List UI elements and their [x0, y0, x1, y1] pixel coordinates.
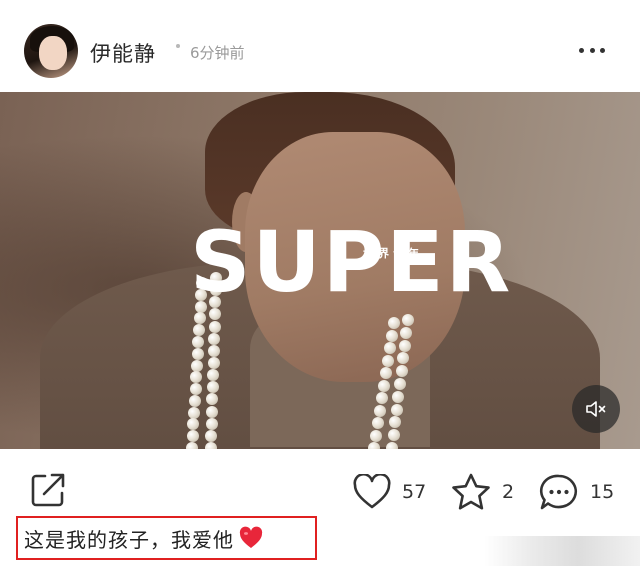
pearl — [207, 357, 220, 369]
red-heart-emoji-icon — [239, 526, 263, 548]
post-caption: 这是我的孩子，我爱他 — [16, 516, 317, 560]
pearl — [370, 429, 382, 442]
pearl — [384, 342, 396, 354]
pearl — [378, 379, 390, 392]
favorite-count: 2 — [502, 481, 515, 503]
more-dot-icon — [589, 47, 595, 53]
pearl — [374, 404, 386, 417]
pearl — [208, 320, 221, 333]
pearl — [382, 354, 394, 367]
pearl — [189, 383, 202, 396]
pearl — [388, 317, 400, 329]
pearl — [208, 332, 221, 345]
post-video[interactable]: SUPER 世界青年 — [0, 92, 640, 449]
comment-bubble-icon — [539, 474, 578, 510]
pearl — [372, 417, 384, 429]
post-actions-bar: 57 2 15 — [0, 452, 640, 522]
pearl — [395, 365, 408, 378]
comment-button[interactable]: 15 — [538, 472, 614, 512]
pearl — [394, 378, 406, 390]
pearl — [205, 442, 217, 449]
pearl — [368, 442, 380, 449]
like-count: 57 — [402, 481, 427, 503]
caption-text: 这是我的孩子，我爱他 — [24, 527, 234, 552]
pearl — [191, 347, 204, 360]
pearl — [402, 314, 414, 326]
pearl — [188, 394, 201, 407]
speaker-muted-icon — [586, 401, 606, 417]
pearl — [207, 344, 220, 357]
comment-count: 15 — [590, 481, 615, 503]
mute-button[interactable] — [572, 385, 620, 433]
pearl — [386, 442, 398, 449]
pearl — [386, 329, 398, 342]
blurred-watermark-area — [484, 536, 640, 566]
pearl — [206, 405, 219, 418]
more-options-button[interactable] — [574, 38, 610, 62]
super-logo: SUPER — [190, 213, 513, 311]
like-button[interactable]: 57 — [352, 472, 426, 512]
author-name[interactable]: 伊能静 — [90, 38, 156, 68]
more-dot-icon — [579, 47, 584, 53]
separator-dot — [176, 44, 180, 48]
star-outline-icon — [452, 473, 490, 510]
share-icon — [31, 473, 65, 507]
author-avatar[interactable] — [24, 24, 78, 78]
share-button[interactable] — [28, 470, 68, 510]
pearl — [380, 367, 392, 379]
pearl — [206, 381, 219, 394]
heart-outline-icon — [353, 474, 391, 509]
more-dot-icon — [600, 47, 605, 53]
pearl — [188, 406, 201, 419]
favorite-button[interactable]: 2 — [450, 472, 514, 512]
pearl — [398, 339, 411, 352]
pearl — [205, 417, 218, 430]
pearl — [390, 403, 403, 416]
pearl — [191, 359, 203, 372]
avatar-face — [39, 36, 67, 70]
super-logo-subtitle: 世界青年 — [363, 247, 423, 260]
pearl — [387, 429, 400, 442]
post-header: 伊能静 6分钟前 — [0, 0, 640, 90]
pearl — [376, 392, 388, 404]
post-timestamp: 6分钟前 — [190, 44, 245, 62]
pearl — [186, 442, 198, 449]
pearl — [186, 430, 199, 443]
